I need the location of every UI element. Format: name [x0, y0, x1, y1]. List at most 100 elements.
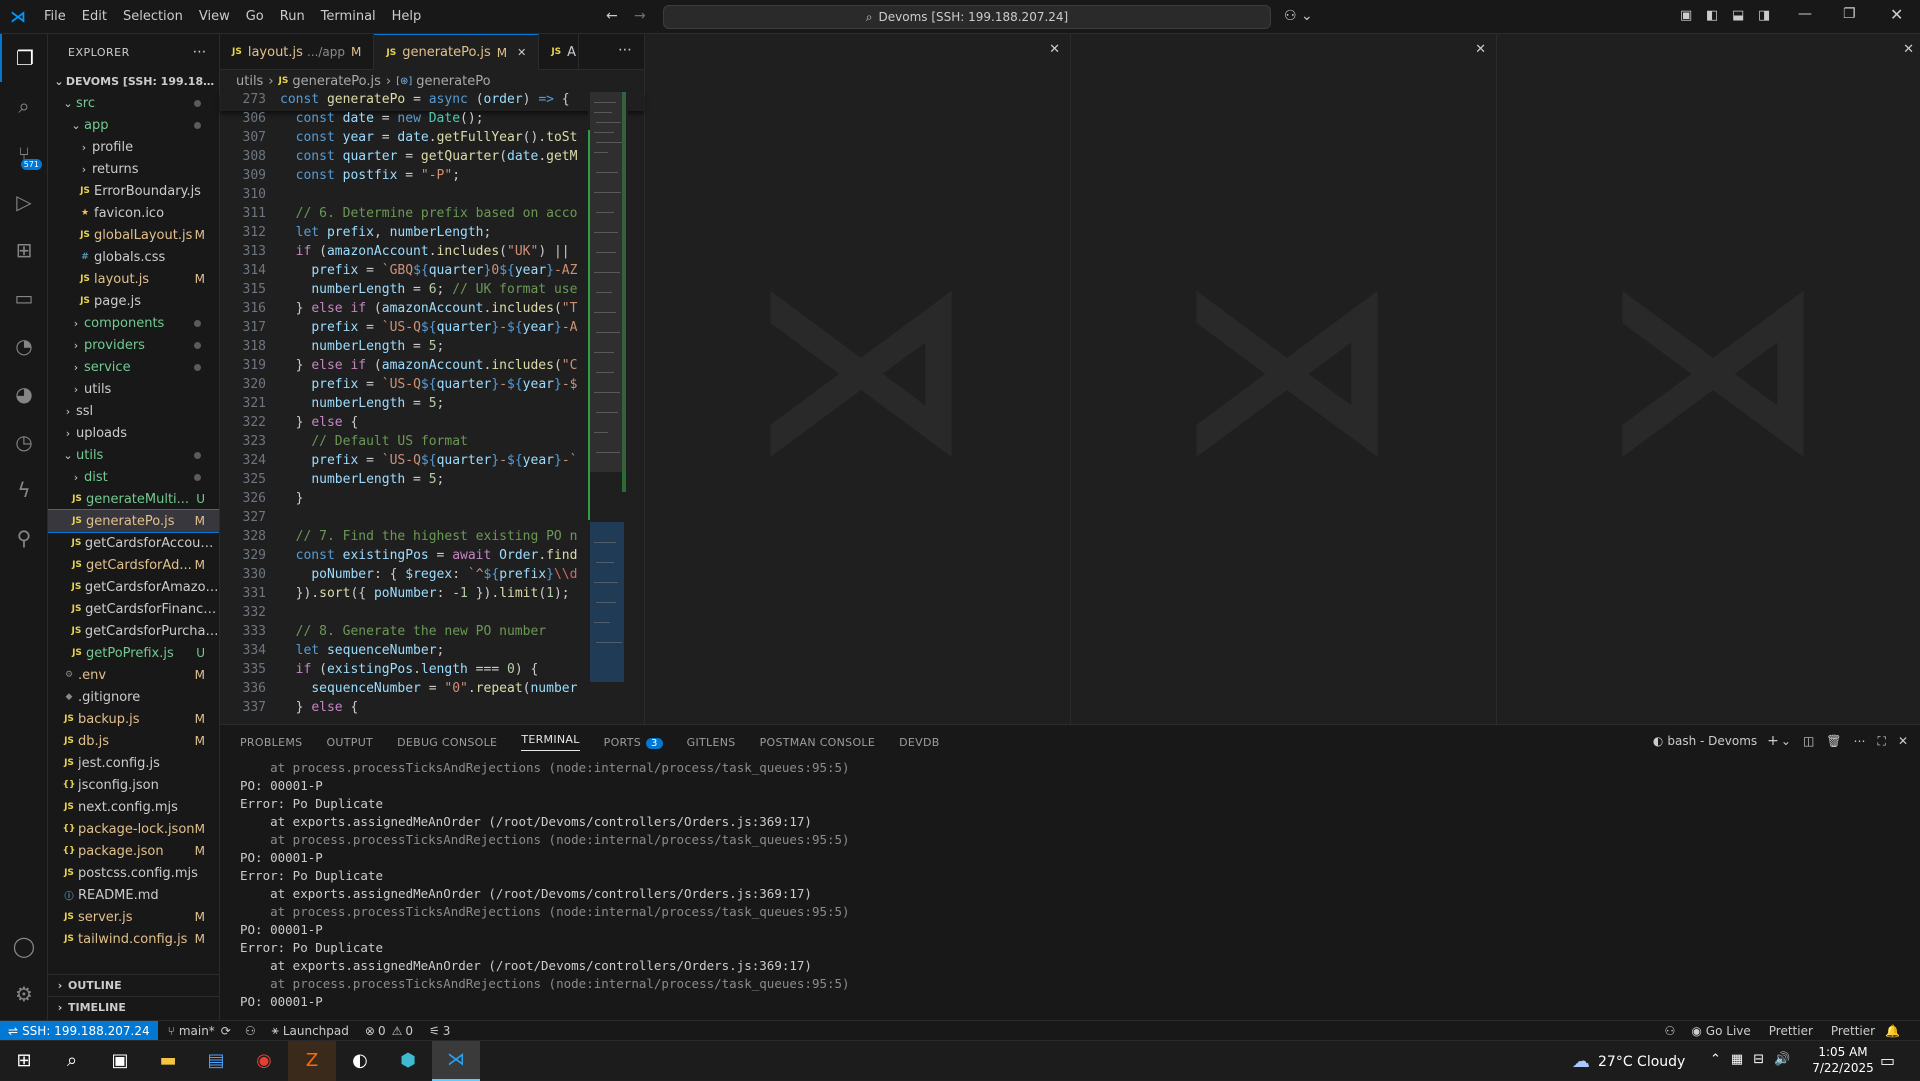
editor-tab[interactable]: JS layout.js .../app M [220, 34, 375, 70]
command-center[interactable]: ⌕ Devoms [SSH: 199.188.207.24] [663, 5, 1271, 29]
launchpad-indicator[interactable]: ⚹ Launchpad [272, 1023, 349, 1038]
remote-explorer-icon[interactable]: ▭ [0, 274, 48, 322]
breadcrumb-symbol[interactable]: generatePo [416, 74, 490, 89]
chevron-down-icon[interactable]: ⌄ [1781, 734, 1791, 748]
remote-indicator[interactable]: ⇌ SSH: 199.188.207.24 [0, 1020, 158, 1041]
close-tab-icon[interactable]: ✕ [517, 46, 526, 59]
tree-item[interactable]: › ssl [48, 400, 219, 422]
file-explorer-icon[interactable]: ▬ [144, 1041, 192, 1081]
gitlens-icon[interactable]: ◔ [0, 322, 48, 370]
menu-help[interactable]: Help [384, 9, 430, 24]
settings-gear-icon[interactable]: ⚙ [0, 970, 48, 1018]
extensions-icon[interactable]: ⊞ [0, 226, 48, 274]
clock[interactable]: 1:05 AM 7/22/2025 [1808, 1044, 1878, 1076]
minimap[interactable] [588, 92, 638, 712]
tree-item[interactable]: › returns [48, 158, 219, 180]
menu-file[interactable]: File [36, 9, 74, 24]
panel-tab-postman-console[interactable]: POSTMAN CONSOLE [760, 736, 876, 749]
tree-item[interactable]: JS db.js M [48, 730, 219, 752]
tree-item[interactable]: JS globalLayout.js M [48, 224, 219, 246]
maximize-panel-icon[interactable]: ⛶ [1878, 734, 1886, 749]
back-icon[interactable]: ← [606, 8, 618, 24]
accounts-icon[interactable]: ◯ [0, 922, 48, 970]
tree-item[interactable]: JS server.js M [48, 906, 219, 928]
menu-view[interactable]: View [191, 9, 238, 24]
tree-item[interactable]: › components [48, 312, 219, 334]
chrome-icon[interactable]: ◉ [240, 1041, 288, 1081]
timeline-icon[interactable]: ◷ [0, 418, 48, 466]
minimize-button[interactable]: — [1798, 6, 1812, 22]
prettier-button[interactable]: Prettier [1769, 1024, 1813, 1038]
workspace-root[interactable]: ⌄ DEVOMS [SSH: 199.188.20... [48, 70, 219, 92]
menu-selection[interactable]: Selection [115, 9, 191, 24]
forward-icon[interactable]: → [634, 8, 646, 24]
panel-tab-problems[interactable]: PROBLEMS [240, 736, 302, 749]
tree-item[interactable]: # globals.css [48, 246, 219, 268]
network-icon[interactable]: ⊟ [1753, 1052, 1764, 1067]
tree-item[interactable]: JS getCardsforAmazon.js [48, 576, 219, 598]
copilot-status-icon[interactable]: ⚇ [245, 1024, 256, 1038]
notification-center-icon[interactable]: ▭ [1880, 1051, 1895, 1070]
sync-icon[interactable]: ⟳ [221, 1024, 231, 1038]
tree-item[interactable]: JS generateMulti... U [48, 488, 219, 510]
toggle-sidebar-icon[interactable]: ◧ [1706, 8, 1718, 23]
zoho-icon[interactable]: Z [288, 1040, 336, 1081]
search-icon[interactable]: ⌕ [0, 82, 48, 130]
tree-item[interactable]: ⌄ src [48, 92, 219, 114]
tree-item[interactable]: JS getPoPrefix.js U [48, 642, 219, 664]
tree-item[interactable]: JS ErrorBoundary.js [48, 180, 219, 202]
store-icon[interactable]: ▤ [192, 1041, 240, 1081]
weather-widget[interactable]: ☁ 27°C Cloudy [1572, 1051, 1685, 1072]
tree-item[interactable]: › uploads [48, 422, 219, 444]
go-live-button[interactable]: Go Live [1706, 1024, 1751, 1038]
tree-item[interactable]: JS getCardsforAccount.js [48, 532, 220, 554]
tree-item[interactable]: JS getCardsforFinance.js [48, 598, 219, 620]
tree-item[interactable]: › utils [48, 378, 219, 400]
task-view-icon[interactable]: ▣ [96, 1041, 144, 1081]
breadcrumb-folder[interactable]: utils [236, 74, 263, 89]
tree-item[interactable]: › profile [48, 136, 219, 158]
tree-item[interactable]: JS jest.config.js [48, 752, 219, 774]
search-icon[interactable]: ⌕ [48, 1041, 96, 1081]
tree-item[interactable]: JS postcss.config.mjs [48, 862, 219, 884]
restore-button[interactable]: ❐ [1843, 6, 1856, 22]
close-group-icon[interactable]: ✕ [1903, 42, 1914, 57]
tree-item[interactable]: {} package.json M [48, 840, 219, 862]
panel-tab-output[interactable]: OUTPUT [326, 736, 373, 749]
more-actions-icon[interactable]: ⋯ [193, 44, 208, 60]
tree-item[interactable]: ⚙ .env M [48, 664, 219, 686]
close-group-icon[interactable]: ✕ [1049, 42, 1060, 57]
volume-icon[interactable]: 🔊 [1774, 1052, 1790, 1067]
tree-item[interactable]: ⌄ utils [48, 444, 219, 466]
notifications-icon[interactable]: 🔔 [1885, 1024, 1900, 1038]
python-icon[interactable]: ⚲ [0, 514, 48, 562]
toggle-layout-icon[interactable]: ▣ [1680, 8, 1692, 23]
source-control-icon[interactable]: ⑂ 571 [0, 130, 48, 178]
run-debug-icon[interactable]: ▷ [0, 178, 48, 226]
more-actions-icon[interactable]: ⋯ [1854, 734, 1866, 748]
chevron-up-icon[interactable]: ⌃ [1710, 1052, 1721, 1067]
tree-item[interactable]: JS layout.js M [48, 268, 219, 290]
tree-item[interactable]: {} package-lock.json M [48, 818, 219, 840]
postman-icon[interactable]: ◕ [0, 370, 48, 418]
tree-item[interactable]: ◆ .gitignore [48, 686, 219, 708]
timeline-section[interactable]: › TIMELINE [48, 996, 220, 1018]
tab-more-actions-icon[interactable]: ⋯ [618, 42, 632, 58]
tree-item[interactable]: › service [48, 356, 219, 378]
panel-tab-gitlens[interactable]: GITLENS [687, 736, 736, 749]
terminal-output[interactable]: at process.processTicksAndRejections (no… [220, 759, 1920, 1011]
tray-app-icon[interactable]: ▦ [1731, 1052, 1743, 1067]
tree-item[interactable]: JS next.config.mjs [48, 796, 219, 818]
vscode-taskbar-icon[interactable]: ⋊ [432, 1040, 480, 1081]
breadcrumb-file[interactable]: generatePo.js [292, 74, 381, 89]
close-window-button[interactable]: ✕ [1890, 5, 1903, 24]
problems-indicator[interactable]: ⊗ 0 ⚠ 0 [365, 1024, 413, 1038]
tree-item[interactable]: › providers [48, 334, 219, 356]
panel-tab-ports[interactable]: PORTS 3 [604, 736, 663, 749]
tree-item[interactable]: JS getCardsforPurchasi... [48, 620, 219, 642]
ports-indicator[interactable]: ⚟ 3 [429, 1024, 450, 1038]
tree-item[interactable]: › dist [48, 466, 219, 488]
menu-edit[interactable]: Edit [74, 9, 115, 24]
panel-tab-terminal[interactable]: TERMINAL [521, 733, 580, 751]
copilot-icon[interactable]: ⚇ [1665, 1024, 1676, 1038]
